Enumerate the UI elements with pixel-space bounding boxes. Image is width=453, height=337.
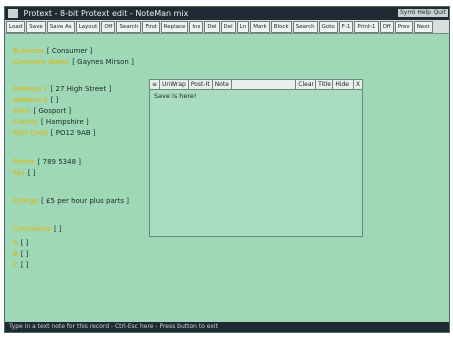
system-menu-icon[interactable] [8, 9, 18, 18]
field-label: Post Code [13, 129, 48, 137]
load-button[interactable]: Load [6, 21, 26, 33]
unwrap-button[interactable]: UnWrap [160, 80, 189, 89]
comments-field[interactable]: Comments[ ] [13, 225, 62, 234]
search-2-button[interactable]: Search [292, 21, 318, 33]
field-label: Address 2 [13, 96, 48, 104]
save-button[interactable]: Save [26, 21, 46, 33]
hide-button[interactable]: Hide [332, 80, 351, 89]
application-screen: Protext - 8-bit Protext edit - NoteMan m… [4, 6, 450, 333]
window-title: Protext - 8-bit Protext edit - NoteMan m… [23, 9, 189, 18]
field-value: [ £5 per hour plus parts ] [41, 197, 129, 205]
phone-field[interactable]: Phone[ 789 5348 ] [13, 158, 81, 167]
field-label: Address 1 [13, 85, 48, 93]
note-title-bar: ≡ UnWrap Post-It Note Clear Title Hide X [150, 80, 362, 90]
note-text[interactable]: Save is here! [150, 90, 362, 102]
field-value: [ Gaynes Mirson ] [72, 58, 134, 66]
field-label: Charge [13, 197, 39, 205]
line-button[interactable]: Ln [236, 21, 250, 33]
field-label: County [13, 118, 38, 126]
field-label: Fax [13, 169, 25, 177]
address2-field[interactable]: Address 2[ ] [13, 96, 58, 105]
find-button[interactable]: Find [142, 21, 160, 33]
field-value: [ ] [27, 169, 36, 177]
off-button[interactable]: Off [101, 21, 116, 33]
delete-2-button[interactable]: Del [220, 21, 236, 33]
off-2-button[interactable]: Off [379, 21, 394, 33]
address1-field[interactable]: Address 1[ 27 High Street ] [13, 85, 111, 94]
note-label: Note [213, 80, 232, 89]
field-b[interactable]: B[ ] [13, 250, 29, 259]
note-window: ≡ UnWrap Post-It Note Clear Title Hide X Sa… [149, 79, 363, 237]
mark-button[interactable]: Mark [250, 21, 270, 33]
field-label: Company Name [13, 58, 70, 66]
field-label: Phone [13, 158, 35, 166]
insert-button[interactable]: Ins [189, 21, 204, 33]
field-value: [ ] [20, 239, 29, 247]
status-bar: Type in a text note for this record - Ct… [5, 322, 449, 332]
field-value: [ Hampshire ] [40, 118, 89, 126]
field-value: [ 789 5348 ] [37, 158, 81, 166]
save-as-button[interactable]: Save As [46, 21, 75, 33]
field-value: [ ] [50, 96, 59, 104]
field-label: B [13, 250, 18, 258]
fax-field[interactable]: Fax[ ] [13, 169, 36, 178]
field-value: [ Gosport ] [33, 107, 72, 115]
field-a[interactable]: A[ ] [13, 239, 28, 248]
f1-button[interactable]: F-1 [338, 21, 354, 33]
block-button[interactable]: Block [270, 21, 292, 33]
search-button[interactable]: Search [116, 21, 142, 33]
field-value: [ Consumer ] [46, 47, 93, 55]
business-field[interactable]: Business[ Consumer ] [13, 47, 92, 56]
quit-button[interactable]: Quit [431, 9, 448, 17]
company-name-field[interactable]: Company Name[ Gaynes Mirson ] [13, 58, 134, 67]
field-label: Town [13, 107, 31, 115]
note-menu-icon[interactable]: ≡ [150, 80, 161, 89]
next-button[interactable]: Next [413, 21, 433, 33]
charge-field[interactable]: Charge[ £5 per hour plus parts ] [13, 197, 129, 206]
help-button[interactable]: Help [415, 9, 433, 17]
field-value: [ ] [53, 225, 62, 233]
title-button[interactable]: Title [315, 80, 333, 89]
replace-button[interactable]: Replace [160, 21, 189, 33]
toolbar: Load Save Save As Layout Off Search Find Replac… [5, 20, 449, 34]
field-c[interactable]: C[ ] [13, 261, 29, 270]
field-value: [ ] [20, 250, 29, 258]
field-value: [ PO12 9AB ] [50, 129, 96, 137]
field-value: [ 27 High Street ] [50, 85, 112, 93]
goto-button[interactable]: Goto [318, 21, 338, 33]
delete-button[interactable]: Del [204, 21, 220, 33]
print-button[interactable]: Print-1 [354, 21, 379, 33]
field-label: Comments [13, 225, 51, 233]
field-value: [ ] [20, 261, 29, 269]
close-icon[interactable]: X [352, 80, 362, 89]
postcode-field[interactable]: Post Code[ PO12 9AB ] [13, 129, 96, 138]
prev-button[interactable]: Prev [394, 21, 413, 33]
field-label: C [13, 261, 18, 269]
title-bar: Protext - 8-bit Protext edit - NoteMan m… [5, 7, 449, 20]
clear-button[interactable]: Clear [295, 80, 316, 89]
county-field[interactable]: County[ Hampshire ] [13, 118, 89, 127]
town-field[interactable]: Town[ Gosport ] [13, 107, 71, 116]
post-it-button[interactable]: Post-It [189, 80, 213, 89]
layout-button[interactable]: Layout [75, 21, 101, 33]
field-label: Business [13, 47, 44, 55]
field-label: A [13, 239, 18, 247]
